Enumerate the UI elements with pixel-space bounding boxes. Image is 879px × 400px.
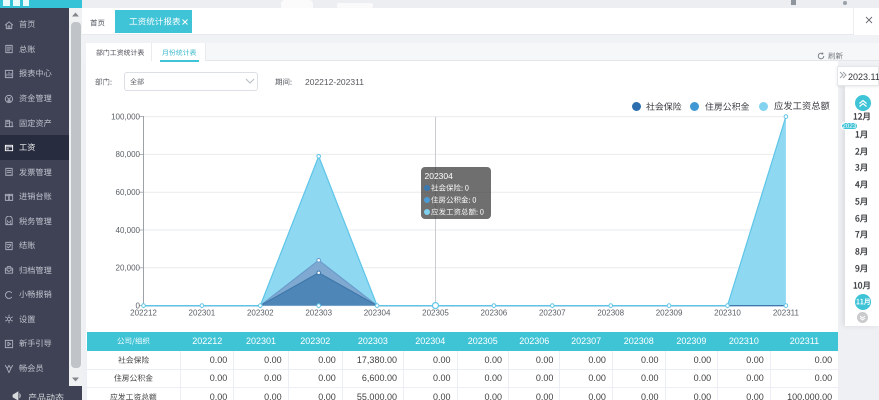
svg-text:202311: 202311	[773, 309, 800, 318]
svg-text:202301: 202301	[189, 309, 216, 318]
svg-text:80,000: 80,000	[116, 150, 141, 159]
svg-text:100,000: 100,000	[111, 112, 140, 121]
svg-text:202304: 202304	[364, 309, 391, 318]
svg-text:202306: 202306	[481, 309, 508, 318]
svg-text:60,000: 60,000	[116, 188, 141, 197]
svg-text:20,000: 20,000	[116, 264, 141, 273]
svg-text:202303: 202303	[305, 309, 332, 318]
svg-text:202212: 202212	[130, 309, 157, 318]
svg-text:202308: 202308	[597, 309, 624, 318]
svg-text:40,000: 40,000	[116, 226, 141, 235]
svg-text:202302: 202302	[247, 309, 274, 318]
svg-text:202310: 202310	[714, 309, 741, 318]
svg-text:202305: 202305	[422, 309, 449, 318]
svg-text:202309: 202309	[656, 309, 683, 318]
svg-text:202307: 202307	[539, 309, 566, 318]
